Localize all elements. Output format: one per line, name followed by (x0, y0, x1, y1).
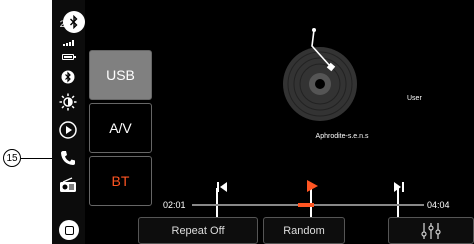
total-time: 04:04 (427, 200, 450, 210)
tab-bt[interactable]: BT (89, 156, 152, 206)
bluetooth-source-icon (63, 11, 85, 33)
media-screen: 2:33 (52, 0, 474, 244)
track-artist: User (407, 95, 422, 102)
progress-thumb[interactable] (297, 203, 314, 207)
equalizer-icon (421, 222, 441, 239)
battery-icon (62, 54, 76, 60)
callout-number: 15 (3, 149, 21, 167)
signal-strength-icon (63, 40, 75, 46)
radio-icon[interactable] (59, 176, 77, 194)
previous-track-icon[interactable] (215, 180, 229, 194)
media-play-icon[interactable] (59, 121, 77, 139)
play-button-icon[interactable] (305, 179, 319, 193)
repeat-button[interactable]: Repeat Off (138, 217, 258, 244)
phone-icon[interactable] (59, 149, 77, 167)
album-art-vinyl-icon (272, 24, 372, 124)
tab-usb[interactable]: USB (89, 50, 152, 100)
bluetooth-status-icon (59, 68, 77, 86)
home-square-icon (64, 225, 74, 235)
brightness-icon[interactable] (59, 93, 77, 111)
status-sidebar: 2:33 (52, 0, 85, 244)
home-button[interactable] (59, 220, 79, 240)
tab-av[interactable]: A/V (89, 103, 152, 153)
random-button[interactable]: Random (263, 217, 345, 244)
equalizer-button[interactable] (388, 217, 474, 244)
track-title: Aphrodite-s.e.n.s (315, 133, 369, 140)
next-track-icon[interactable] (392, 180, 406, 194)
elapsed-time: 02:01 (163, 200, 186, 210)
